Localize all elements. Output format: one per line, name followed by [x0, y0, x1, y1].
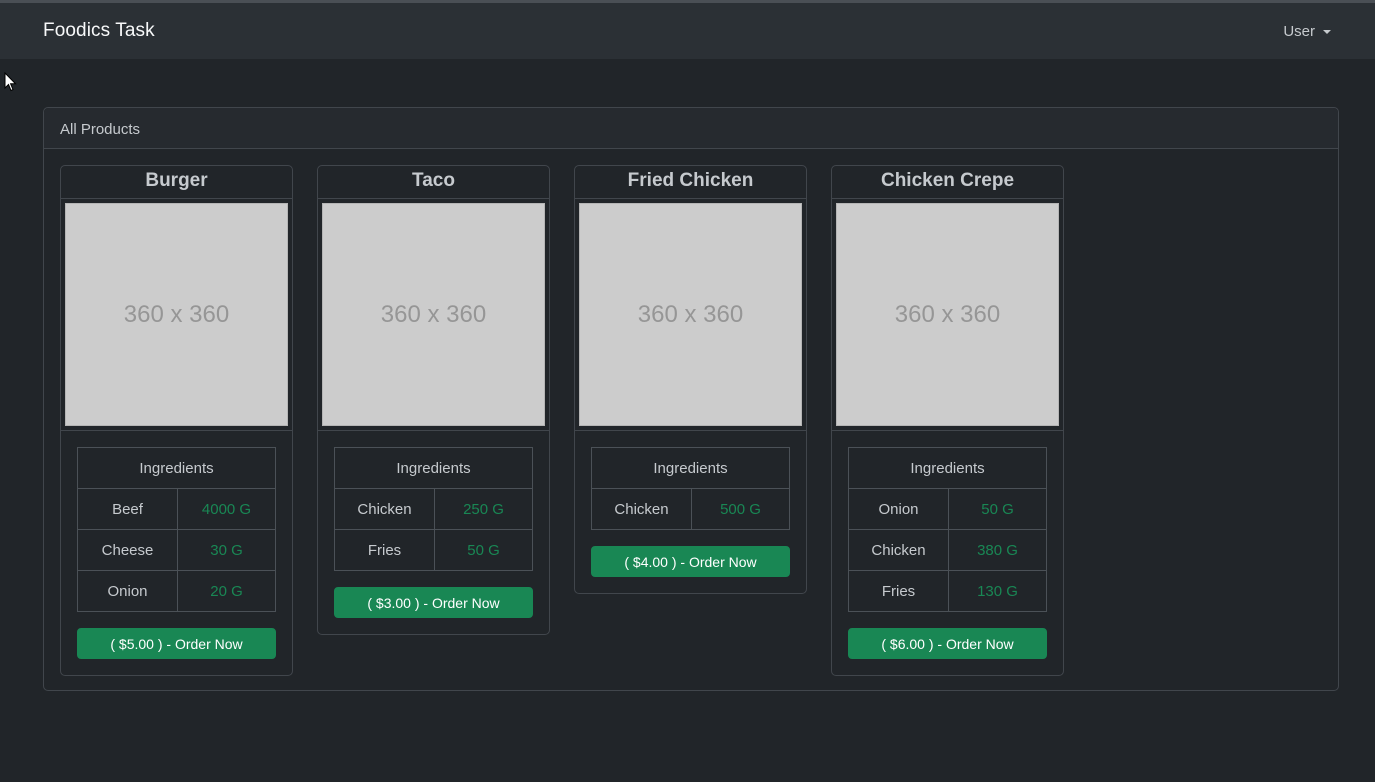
table-row: Chicken 380 G: [848, 529, 1047, 571]
brand-link[interactable]: Foodics Task: [43, 20, 155, 42]
order-now-button[interactable]: ( $4.00 ) - Order Now: [591, 546, 790, 577]
table-row: Fries 50 G: [334, 529, 533, 571]
panel-header: All Products: [44, 108, 1338, 149]
ingredients-header: Ingredients: [77, 447, 276, 489]
product-card-chicken-crepe: Chicken Crepe 360 x 360 Ingredients Onio…: [831, 165, 1064, 676]
mouse-cursor-icon: [4, 72, 17, 92]
product-card-fried-chicken: Fried Chicken 360 x 360 Ingredients Chic…: [574, 165, 807, 594]
product-title: Taco: [318, 166, 549, 199]
ingredient-quantity: 500 G: [691, 488, 790, 530]
table-row: Fries 130 G: [848, 570, 1047, 612]
ingredient-quantity: 4000 G: [177, 488, 276, 530]
user-dropdown[interactable]: User: [1283, 23, 1331, 40]
ingredient-name: Chicken: [591, 488, 692, 530]
product-image-frame: 360 x 360: [575, 199, 806, 431]
ingredient-quantity: 380 G: [948, 529, 1047, 571]
product-image-frame: 360 x 360: [61, 199, 292, 431]
ingredient-name: Chicken: [334, 488, 435, 530]
caret-down-icon: [1323, 30, 1331, 34]
top-navbar: Foodics Task User: [0, 3, 1375, 59]
product-image-placeholder: 360 x 360: [836, 203, 1059, 426]
all-products-panel: All Products Burger 360 x 360 Ingredient…: [43, 107, 1339, 691]
product-title: Chicken Crepe: [832, 166, 1063, 199]
product-title: Burger: [61, 166, 292, 199]
product-card-taco: Taco 360 x 360 Ingredients Chicken 250 G…: [317, 165, 550, 635]
product-image-placeholder: 360 x 360: [579, 203, 802, 426]
ingredients-table: Ingredients Chicken 250 G Fries 50 G: [334, 447, 533, 571]
ingredients-header: Ingredients: [334, 447, 533, 489]
ingredient-name: Chicken: [848, 529, 949, 571]
order-now-button[interactable]: ( $6.00 ) - Order Now: [848, 628, 1047, 659]
product-title: Fried Chicken: [575, 166, 806, 199]
ingredient-name: Onion: [848, 488, 949, 530]
ingredients-table: Ingredients Chicken 500 G: [591, 447, 790, 530]
ingredient-name: Onion: [77, 570, 178, 612]
product-image-placeholder: 360 x 360: [65, 203, 288, 426]
ingredient-name: Fries: [848, 570, 949, 612]
table-row: Onion 20 G: [77, 570, 276, 612]
table-row: Chicken 500 G: [591, 488, 790, 530]
ingredient-name: Beef: [77, 488, 178, 530]
ingredients-table: Ingredients Onion 50 G Chicken 380 G Fri…: [848, 447, 1047, 612]
product-image-frame: 360 x 360: [832, 199, 1063, 431]
ingredient-name: Fries: [334, 529, 435, 571]
table-row: Beef 4000 G: [77, 488, 276, 530]
ingredients-header: Ingredients: [591, 447, 790, 489]
table-row: Onion 50 G: [848, 488, 1047, 530]
ingredient-quantity: 30 G: [177, 529, 276, 571]
product-image-frame: 360 x 360: [318, 199, 549, 431]
user-dropdown-label: User: [1283, 22, 1315, 40]
ingredient-quantity: 50 G: [948, 488, 1047, 530]
product-card-list: Burger 360 x 360 Ingredients Beef 4000 G…: [60, 165, 1064, 676]
product-image-placeholder: 360 x 360: [322, 203, 545, 426]
order-now-button[interactable]: ( $3.00 ) - Order Now: [334, 587, 533, 618]
ingredient-quantity: 20 G: [177, 570, 276, 612]
ingredient-quantity: 250 G: [434, 488, 533, 530]
ingredient-quantity: 130 G: [948, 570, 1047, 612]
ingredients-table: Ingredients Beef 4000 G Cheese 30 G Onio…: [77, 447, 276, 612]
order-now-button[interactable]: ( $5.00 ) - Order Now: [77, 628, 276, 659]
ingredient-name: Cheese: [77, 529, 178, 571]
product-card-burger: Burger 360 x 360 Ingredients Beef 4000 G…: [60, 165, 293, 676]
table-row: Chicken 250 G: [334, 488, 533, 530]
table-row: Cheese 30 G: [77, 529, 276, 571]
ingredients-header: Ingredients: [848, 447, 1047, 489]
ingredient-quantity: 50 G: [434, 529, 533, 571]
